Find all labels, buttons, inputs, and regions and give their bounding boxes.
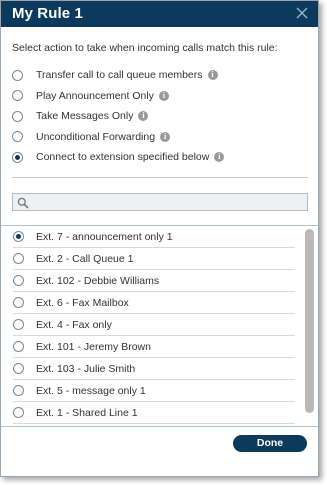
list-item[interactable]: Ext. 5 - message only 1 <box>13 380 295 402</box>
radio-button[interactable] <box>13 385 24 396</box>
extension-label: Ext. 4 - Fax only <box>36 318 112 331</box>
option-label: Connect to extension specified below <box>36 151 210 164</box>
info-icon[interactable]: i <box>214 152 225 163</box>
option-label: Play Announcement Only <box>36 89 154 102</box>
search-box <box>12 193 308 211</box>
extension-list: Ext. 7 - announcement only 1 Ext. 2 - Ca… <box>1 225 318 427</box>
extension-label: Ext. 1 - Shared Line 1 <box>36 406 138 419</box>
radio-button[interactable] <box>13 253 24 264</box>
radio-button[interactable] <box>13 297 24 308</box>
extension-label: Ext. 101 - Jeremy Brown <box>36 340 151 353</box>
option-label: Take Messages Only <box>36 110 134 123</box>
option-connect-extension[interactable]: Connect to extension specified below i <box>12 147 225 168</box>
extension-items: Ext. 7 - announcement only 1 Ext. 2 - Ca… <box>13 226 295 424</box>
list-item[interactable]: Ext. 102 - Debbie Williams <box>13 270 295 292</box>
extension-label: Ext. 7 - announcement only 1 <box>36 230 173 243</box>
title-bar: My Rule 1 <box>1 1 318 27</box>
divider <box>12 177 308 178</box>
option-unconditional-forwarding[interactable]: Unconditional Forwarding i <box>12 127 224 148</box>
option-play-announcement[interactable]: Play Announcement Only i <box>12 86 224 107</box>
info-icon[interactable]: i <box>158 90 169 101</box>
option-transfer-queue[interactable]: Transfer call to call queue members i <box>12 65 224 86</box>
search-icon <box>17 196 29 209</box>
radio-button[interactable] <box>13 363 24 374</box>
done-button[interactable]: Done <box>233 435 307 452</box>
info-icon[interactable]: i <box>160 131 171 142</box>
radio-button[interactable] <box>13 341 24 352</box>
action-options: Transfer call to call queue members i Pl… <box>12 65 225 168</box>
extension-label: Ext. 103 - Julie Smith <box>36 362 136 375</box>
extension-label: Ext. 6 - Fax Mailbox <box>36 296 129 309</box>
search-input[interactable] <box>31 194 301 210</box>
extension-label: Ext. 102 - Debbie Williams <box>36 274 160 287</box>
list-scrollbar[interactable] <box>305 229 314 413</box>
radio-button[interactable] <box>12 110 23 122</box>
radio-button[interactable] <box>12 151 23 163</box>
list-item[interactable]: Ext. 1 - Shared Line 1 <box>13 402 295 424</box>
close-icon[interactable] <box>294 5 310 21</box>
radio-button[interactable] <box>12 131 23 143</box>
list-item[interactable]: Ext. 101 - Jeremy Brown <box>13 336 295 358</box>
radio-button[interactable] <box>13 319 24 330</box>
list-item[interactable]: Ext. 103 - Julie Smith <box>13 358 295 380</box>
radio-button[interactable] <box>13 231 24 242</box>
radio-button[interactable] <box>12 90 23 102</box>
list-item[interactable]: Ext. 6 - Fax Mailbox <box>13 292 295 314</box>
list-item[interactable]: Ext. 7 - announcement only 1 <box>13 226 295 248</box>
option-label: Unconditional Forwarding <box>36 130 156 143</box>
extension-label: Ext. 5 - message only 1 <box>36 384 146 397</box>
info-icon[interactable]: i <box>138 111 149 122</box>
option-take-messages[interactable]: Take Messages Only i <box>12 106 224 127</box>
option-label: Transfer call to call queue members <box>36 69 203 82</box>
extension-label: Ext. 2 - Call Queue 1 <box>36 252 134 265</box>
info-icon[interactable]: i <box>207 70 218 81</box>
dialog-title: My Rule 1 <box>12 5 83 22</box>
dialog-footer: Done <box>1 427 318 476</box>
radio-button[interactable] <box>13 407 24 418</box>
radio-button[interactable] <box>12 69 23 81</box>
list-item[interactable]: Ext. 4 - Fax only <box>13 314 295 336</box>
action-prompt: Select action to take when incoming call… <box>12 42 278 54</box>
rule-dialog: My Rule 1 Select action to take when inc… <box>0 0 319 477</box>
list-item[interactable]: Ext. 2 - Call Queue 1 <box>13 248 295 270</box>
radio-button[interactable] <box>13 275 24 286</box>
